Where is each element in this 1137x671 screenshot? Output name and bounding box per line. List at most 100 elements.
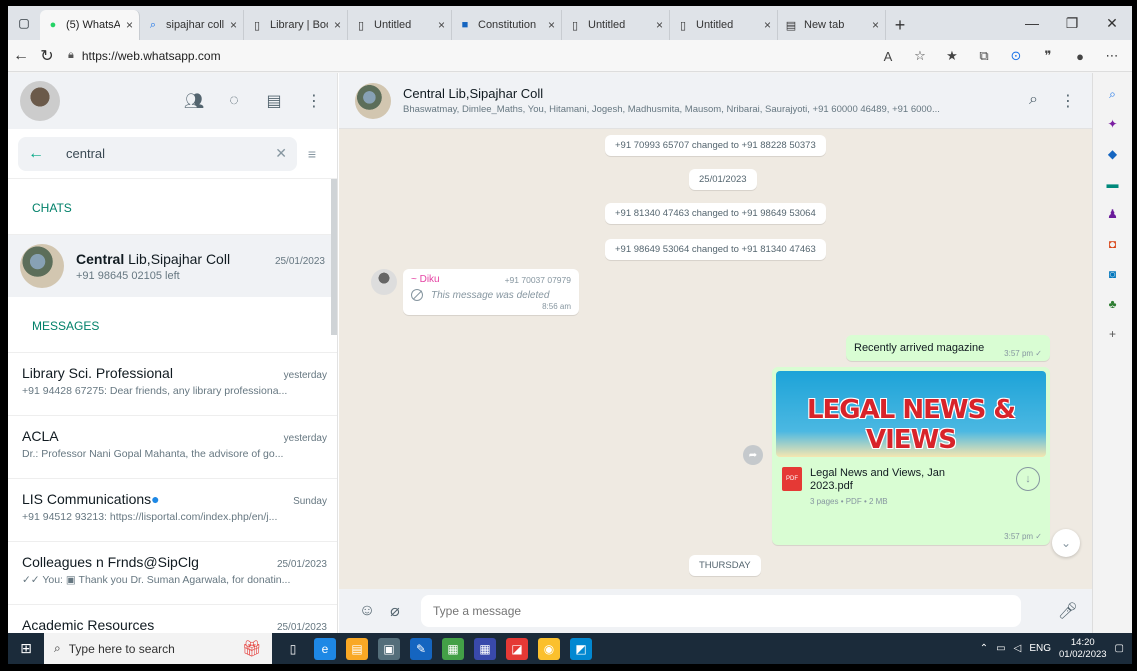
back-arrow-icon[interactable]: ← [28,145,44,163]
window-menu-icon[interactable]: ▢ [8,6,40,40]
tab-untitled-1[interactable]: ▯ Untitled × [348,10,452,40]
download-button[interactable]: ↓ [1016,467,1040,491]
communities-icon[interactable]: 👥︎ [183,90,205,112]
downloads-icon[interactable]: ⊙ [1002,43,1030,69]
chrome-icon[interactable]: ◉ [538,637,560,660]
tab-library[interactable]: ▯ Library | Boo × [244,10,348,40]
clock[interactable]: 14:20 01/02/2023 [1059,637,1107,661]
volume-icon[interactable]: ◁ [1014,643,1022,654]
extension-icon[interactable]: ❞ [1034,43,1062,69]
list-item[interactable]: ACLA yesterday Dr.: Professor Nani Gopal … [8,416,337,479]
collections-icon[interactable]: ⧉ [970,43,998,69]
window-controls: — ❐ ✕ [1012,6,1132,40]
new-chat-icon[interactable]: ▤ [263,90,285,112]
group-avatar[interactable] [355,82,391,119]
notification-icon[interactable]: ▢ [1115,643,1124,654]
close-icon[interactable]: × [548,18,555,32]
tree-icon[interactable]: ♣ [1104,295,1122,313]
status-icon[interactable]: ◌ [223,90,245,112]
profile-icon[interactable]: ● [1066,43,1094,69]
photos-icon[interactable]: ◪ [506,637,528,660]
search-input[interactable] [66,146,276,161]
tab-untitled-2[interactable]: ▯ Untitled × [562,10,670,40]
sparkle-icon[interactable]: ✦ [1104,115,1122,133]
close-icon[interactable]: × [334,18,341,32]
tab-untitled-3[interactable]: ▯ Untitled × [670,10,778,40]
tab-new[interactable]: ▤ New tab × [778,10,886,40]
conversation-title: Central Lib,Sipajhar Coll [403,86,544,101]
incoming-message[interactable]: ~ Diku +91 70037 07979 This message was … [403,269,579,315]
outgoing-message[interactable]: Recently arrived magazine 3:57 pm ✓ [846,335,1050,361]
outlook-icon[interactable]: ◙ [1104,265,1122,283]
task-view-icon[interactable]: ▯ [282,638,304,660]
app-icon[interactable]: ▣ [378,637,400,660]
close-icon[interactable]: × [230,18,237,32]
tab-search[interactable]: ⌕ sipajhar colle × [140,10,244,40]
scroll-down-button[interactable]: ⌄ [1052,529,1080,557]
list-item[interactable]: LIS Communications● Sunday +91 94512 9321… [8,479,337,542]
add-icon[interactable]: + [1104,325,1122,343]
newtab-icon: ▤ [785,19,797,32]
menu-icon[interactable]: ⋮ [303,90,325,112]
restore-icon[interactable]: ❐ [1052,6,1092,40]
close-icon[interactable]: × [126,18,133,32]
close-icon[interactable]: × [656,18,663,32]
calendar-icon[interactable]: ▦ [474,637,496,660]
games-icon[interactable]: ♟ [1104,205,1122,223]
edge-icon[interactable]: e [314,637,336,660]
chevron-up-icon[interactable]: ⌃ [980,643,988,654]
list-item[interactable]: Colleagues n Frnds@SipClg 25/01/2023 ✓✓ Y… [8,542,337,605]
message-time: 8:56 am [542,302,571,311]
attach-icon[interactable]: ⌀ [381,601,409,621]
more-icon[interactable]: ⋯ [1098,43,1126,69]
language-indicator[interactable]: ENG [1029,643,1051,654]
sidebar-scrollbar[interactable] [331,179,337,335]
calculator-icon[interactable]: ▦ [442,637,464,660]
close-icon[interactable]: × [438,18,445,32]
pdf-icon: PDF [782,467,802,491]
minimize-icon[interactable]: — [1012,6,1052,40]
refresh-icon[interactable]: ↻ [34,43,60,69]
back-icon[interactable]: ← [8,43,34,69]
document-message[interactable]: LEGAL NEWS & VIEWS PDF Legal News and Vi… [772,367,1050,545]
conversation-header[interactable]: Central Lib,Sipajhar Coll Bhaswatmay, Di… [339,73,1092,129]
search-icon[interactable]: ⌕ [1029,91,1038,111]
address-bar: ← ↻ 🔒︎ https://web.whatsapp.com A ☆ ★ ⧉ … [8,40,1132,72]
tag-icon[interactable]: ◆ [1104,145,1122,163]
app-icon[interactable]: ✎ [410,637,432,660]
file-explorer-icon[interactable]: ▤ [346,637,368,660]
favorites-icon[interactable]: ★ [938,43,966,69]
favorite-add-icon[interactable]: ☆ [906,43,934,69]
tab-constitution[interactable]: ■ Constitution × [452,10,562,40]
mic-icon[interactable]: 🎤︎ [1058,601,1078,621]
sender-avatar[interactable] [371,269,397,295]
browser-toolbar: A ☆ ★ ⧉ ⊙ ❞ ● ⋯ [874,40,1126,72]
close-icon[interactable]: × [764,18,771,32]
document-thumbnail[interactable]: LEGAL NEWS & VIEWS [776,371,1046,457]
filter-icon[interactable]: ≡ [297,146,327,162]
system-message: +91 81340 47463 changed to +91 98649 530… [605,203,826,224]
new-tab-button[interactable]: + [886,10,914,40]
gift-icon[interactable]: 🎁︎ [242,639,262,659]
office-icon[interactable]: ◘ [1104,235,1122,253]
url-field[interactable]: 🔒︎ https://web.whatsapp.com [68,49,868,63]
clear-icon[interactable]: ✕ [275,145,287,162]
emoji-icon[interactable]: ☺ [353,602,381,620]
chat-result-central-lib[interactable]: Central Lib,Sipajhar Coll 25/01/2023 +91… [8,235,337,297]
menu-icon[interactable]: ⋮ [1060,91,1076,111]
read-aloud-icon[interactable]: A [874,43,902,69]
taskbar-search[interactable]: ⌕ Type here to search 🎁︎ [44,633,272,664]
close-window-icon[interactable]: ✕ [1092,6,1132,40]
windows-start-icon[interactable]: ⊞ [8,633,44,664]
forward-icon[interactable]: ➦ [743,445,763,465]
tab-whatsapp[interactable]: ● (5) WhatsApp × [40,10,140,40]
network-icon[interactable]: ▭ [996,643,1005,654]
message-input[interactable] [421,595,1021,627]
close-icon[interactable]: × [872,18,879,32]
briefcase-icon[interactable]: ▬ [1104,175,1122,193]
search-icon[interactable]: ⌕ [1104,85,1122,103]
conversation-members: Bhaswatmay, Dimlee_Maths, You, Hitamani,… [403,104,940,115]
avatar[interactable] [20,81,60,121]
image-app-icon[interactable]: ◩ [570,637,592,660]
list-item[interactable]: Library Sci. Professional yesterday +91 9… [8,353,337,416]
